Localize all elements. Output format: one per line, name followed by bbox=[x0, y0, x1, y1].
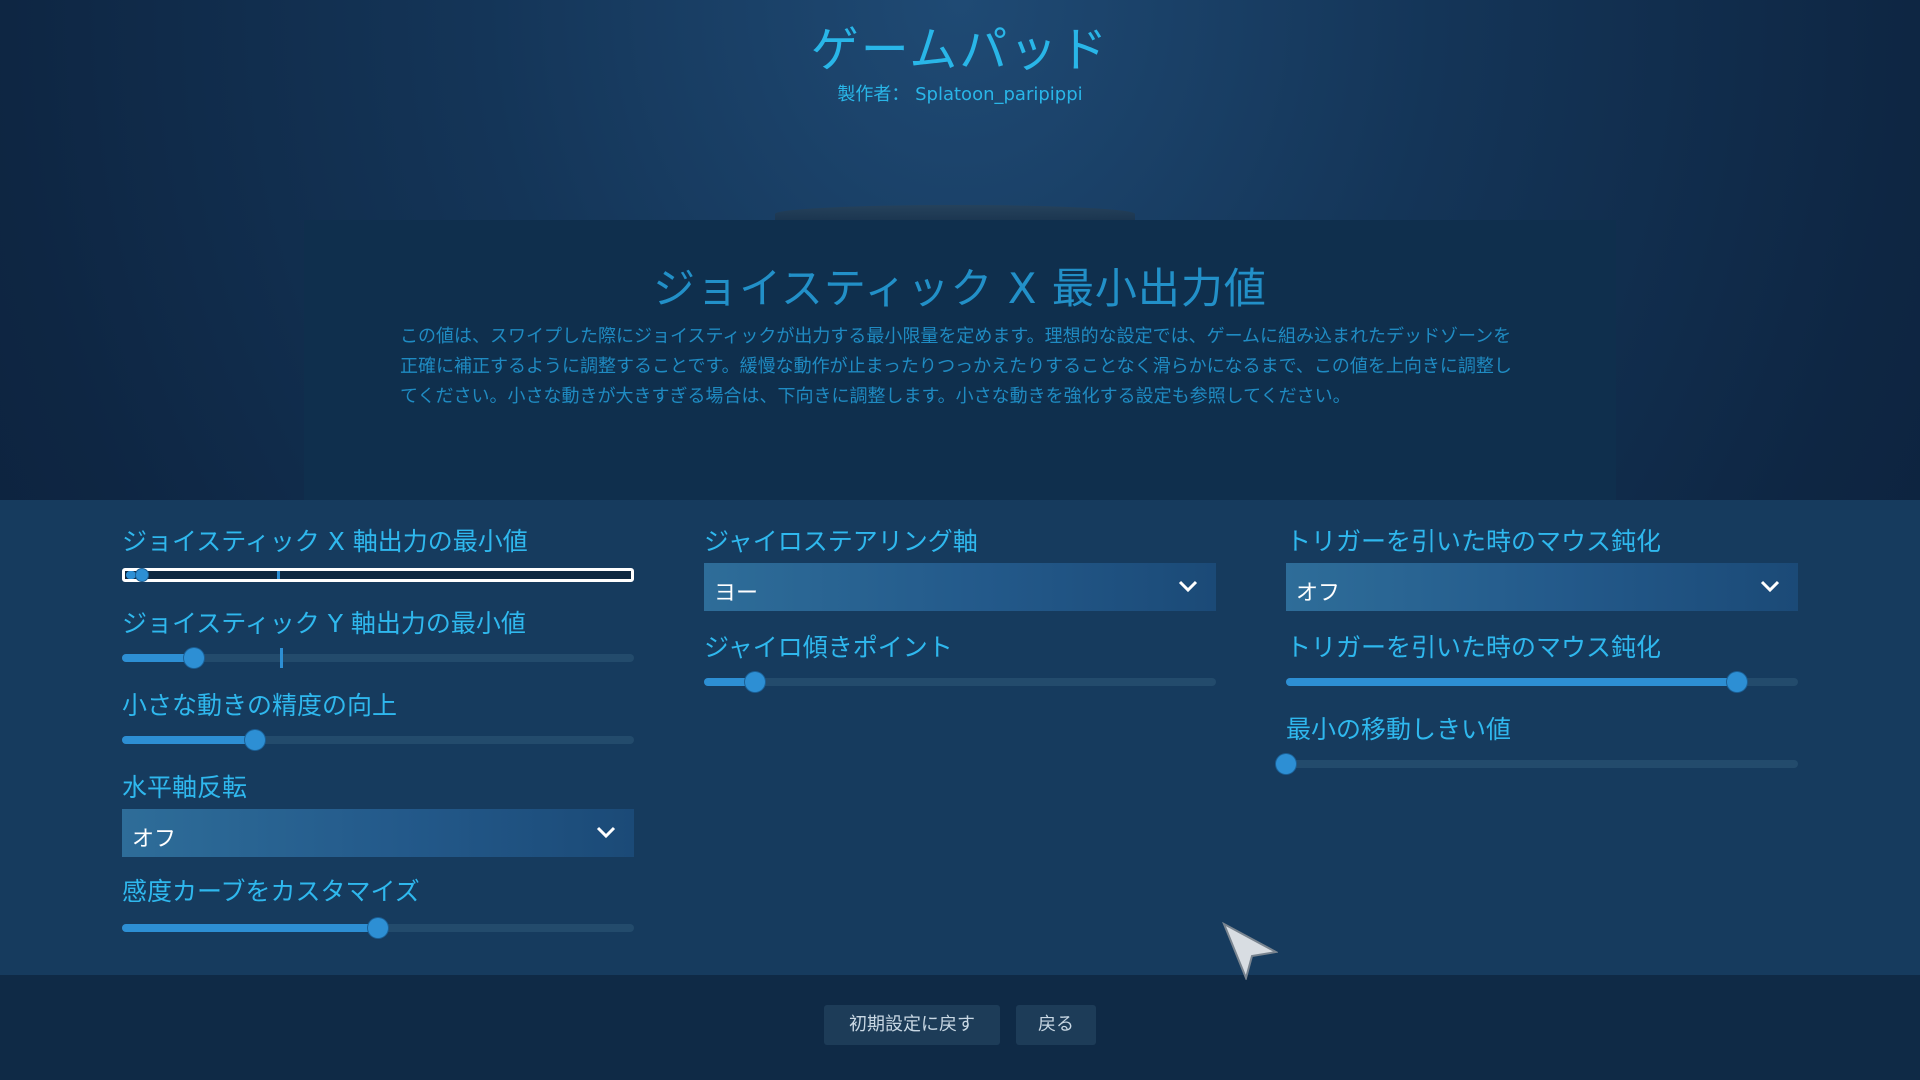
reset-defaults-button[interactable]: 初期設定に戻す bbox=[824, 1005, 1000, 1045]
slider-knob[interactable] bbox=[245, 730, 265, 750]
gyro-axis-label: ジャイロステアリング軸 bbox=[704, 527, 978, 556]
mouse-cursor-icon bbox=[1222, 922, 1278, 980]
trigger-damp-label: トリガーを引いた時のマウス鈍化 bbox=[1286, 527, 1662, 556]
dropdown-value: ヨー bbox=[714, 581, 759, 606]
gyro-tilt-label: ジャイロ傾きポイント bbox=[704, 633, 953, 662]
slider-track bbox=[1286, 760, 1798, 768]
slider-fill bbox=[122, 924, 378, 932]
slider-track bbox=[122, 568, 634, 582]
stick-x-min-slider[interactable] bbox=[122, 568, 634, 582]
precision-label: 小さな動きの精度の向上 bbox=[122, 691, 398, 720]
invert-horizontal-dropdown[interactable]: オフ bbox=[122, 809, 634, 857]
slider-knob[interactable] bbox=[368, 918, 388, 938]
author-label: 製作者： bbox=[837, 84, 910, 105]
chevron-down-icon bbox=[596, 826, 616, 839]
min-move-threshold-slider[interactable] bbox=[1276, 754, 1798, 774]
slider-fill bbox=[126, 571, 136, 579]
page-title: ゲームパッド bbox=[810, 22, 1110, 78]
slider-knob[interactable] bbox=[1727, 672, 1747, 692]
settings-area: ジョイスティック X 軸出力の最小値 ジョイスティック Y 軸出力の最小値 小さ… bbox=[0, 500, 1920, 975]
back-button[interactable]: 戻る bbox=[1016, 1005, 1096, 1045]
stick-y-min-slider[interactable] bbox=[122, 648, 634, 668]
slider-knob[interactable] bbox=[136, 569, 148, 581]
precision-slider[interactable] bbox=[122, 730, 634, 750]
chevron-down-icon bbox=[1760, 580, 1780, 593]
gyro-tilt-slider[interactable] bbox=[704, 672, 1216, 692]
dropdown-value: オフ bbox=[132, 827, 177, 852]
author-line: 製作者： Splatoon_paripippi bbox=[0, 80, 1920, 106]
author-name: Splatoon_paripippi bbox=[915, 84, 1083, 105]
stick-y-min-label: ジョイスティック Y 軸出力の最小値 bbox=[122, 609, 526, 638]
dropdown-value: オフ bbox=[1296, 581, 1341, 606]
page-header: ゲームパッド 製作者： Splatoon_paripippi bbox=[0, 0, 1920, 106]
chevron-down-icon bbox=[1178, 580, 1198, 593]
slider-knob[interactable] bbox=[1276, 754, 1296, 774]
trigger-damp-dropdown[interactable]: オフ bbox=[1286, 563, 1798, 611]
slider-default-marker bbox=[277, 571, 280, 579]
slider-knob[interactable] bbox=[745, 672, 765, 692]
sensitivity-curve-label: 感度カーブをカスタマイズ bbox=[122, 877, 420, 906]
invert-horizontal-label: 水平軸反転 bbox=[122, 773, 248, 802]
setting-info-title: ジョイスティック X 最小出力値 bbox=[653, 264, 1267, 313]
trigger-damp-amount-slider[interactable] bbox=[1286, 672, 1798, 692]
gyro-axis-dropdown[interactable]: ヨー bbox=[704, 563, 1216, 611]
stick-x-min-label: ジョイスティック X 軸出力の最小値 bbox=[122, 527, 528, 556]
slider-fill bbox=[122, 736, 255, 744]
slider-track bbox=[704, 678, 1216, 686]
slider-default-marker bbox=[280, 648, 283, 668]
setting-info-description: この値は、スワイプした際にジョイスティックが出力する最小限量を定めます。理想的な… bbox=[400, 326, 1512, 407]
sensitivity-curve-slider[interactable] bbox=[122, 918, 634, 938]
footer-bar: 初期設定に戻す 戻る bbox=[0, 975, 1920, 1080]
min-move-threshold-label: 最小の移動しきい値 bbox=[1286, 715, 1512, 744]
trigger-damp-amount-label: トリガーを引いた時のマウス鈍化 bbox=[1286, 633, 1662, 662]
slider-fill bbox=[1286, 678, 1737, 686]
setting-info-panel: ジョイスティック X 最小出力値 この値は、スワイプした際にジョイスティックが出… bbox=[304, 220, 1616, 500]
slider-knob[interactable] bbox=[184, 648, 204, 668]
